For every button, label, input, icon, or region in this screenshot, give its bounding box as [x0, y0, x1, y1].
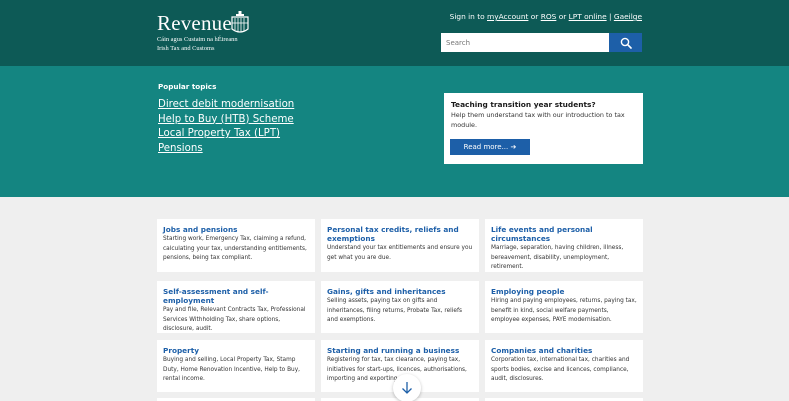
or-text: or: [530, 12, 539, 21]
logo-wordmark: Revenue: [157, 11, 232, 35]
gaeilge-link[interactable]: Gaeilge: [614, 12, 642, 21]
card-title[interactable]: Life events and personal circumstances: [491, 225, 637, 243]
topic-card[interactable]: Employing people Hiring and paying emplo…: [485, 281, 643, 333]
card-title[interactable]: Starting and running a business: [327, 346, 473, 355]
scroll-down-button[interactable]: [393, 374, 421, 401]
popular-topic-link[interactable]: Direct debit modernisation: [158, 98, 294, 113]
card-title[interactable]: Jobs and pensions: [163, 225, 309, 234]
signin-links: Sign in to myAccount or ROS or LPT onlin…: [450, 12, 642, 21]
popular-topic-link[interactable]: Local Property Tax (LPT): [158, 127, 294, 142]
card-description: Understand your tax entitlements and ens…: [327, 245, 473, 261]
site-header: Revenue Cáin agus Custaim na hÉireann Ir…: [0, 0, 789, 66]
topic-card[interactable]: Life events and personal circumstances M…: [485, 219, 643, 272]
card-title[interactable]: Self-assessment and self-employment: [163, 287, 309, 305]
card-title[interactable]: Employing people: [491, 287, 637, 296]
search-input[interactable]: [441, 33, 609, 52]
card-description: Marriage, separation, having children, i…: [491, 245, 624, 271]
hero-section: Popular topics Direct debit modernisatio…: [0, 66, 789, 197]
promo-text: Help them understand tax with our introd…: [451, 111, 625, 129]
popular-topic-link[interactable]: Help to Buy (HTB) Scheme: [158, 113, 294, 128]
revenue-logo[interactable]: Revenue Cáin agus Custaim na hÉireann Ir…: [157, 11, 249, 52]
signin-prefix: Sign in to: [449, 12, 485, 21]
topic-card[interactable]: Personal tax credits, reliefs and exempt…: [321, 219, 479, 272]
topic-card[interactable]: Jobs and pensions Starting work, Emergen…: [157, 219, 315, 272]
card-description: Selling assets, paying tax on gifts and …: [327, 298, 463, 324]
topic-card[interactable]: Gains, gifts and inheritances Selling as…: [321, 281, 479, 333]
popular-topics-list: Direct debit modernisation Help to Buy (…: [158, 98, 294, 156]
card-description: Corporation tax, international tax, char…: [491, 357, 630, 383]
logo-subtitle-irish: Cáin agus Custaim na hÉireann: [157, 36, 238, 43]
harp-icon: [231, 11, 249, 33]
arrow-down-icon: [402, 382, 412, 394]
promo-title: Teaching transition year students?: [451, 100, 596, 109]
myaccount-link[interactable]: myAccount: [487, 12, 528, 21]
card-description: Pay and file, Relevant Contracts Tax, Pr…: [163, 307, 306, 333]
promo-box: Teaching transition year students? Help …: [444, 93, 643, 164]
or-text: or: [558, 12, 567, 21]
search-icon: [620, 37, 632, 49]
logo-subtitle-english: Irish Tax and Customs: [157, 45, 215, 52]
topic-card[interactable]: Companies and charities Corporation tax,…: [485, 340, 643, 392]
popular-topic-link[interactable]: Pensions: [158, 142, 294, 157]
search-button[interactable]: [609, 33, 642, 52]
lpt-online-link[interactable]: LPT online: [569, 12, 607, 21]
card-description: Starting work, Emergency Tax, claiming a…: [163, 236, 307, 262]
card-title[interactable]: Property: [163, 346, 309, 355]
ros-link[interactable]: ROS: [541, 12, 557, 21]
popular-topics-heading: Popular topics: [158, 82, 217, 91]
card-title[interactable]: Gains, gifts and inheritances: [327, 287, 473, 296]
topic-card[interactable]: Property Buying and selling, Local Prope…: [157, 340, 315, 392]
separator: |: [608, 12, 612, 21]
topic-card[interactable]: Self-assessment and self-employment Pay …: [157, 281, 315, 333]
read-more-button[interactable]: Read more... ➔: [450, 139, 530, 155]
card-title[interactable]: Personal tax credits, reliefs and exempt…: [327, 225, 473, 243]
card-description: Buying and selling, Local Property Tax, …: [163, 357, 300, 383]
card-title[interactable]: Companies and charities: [491, 346, 637, 355]
card-description: Hiring and paying employees, returns, pa…: [491, 298, 637, 324]
